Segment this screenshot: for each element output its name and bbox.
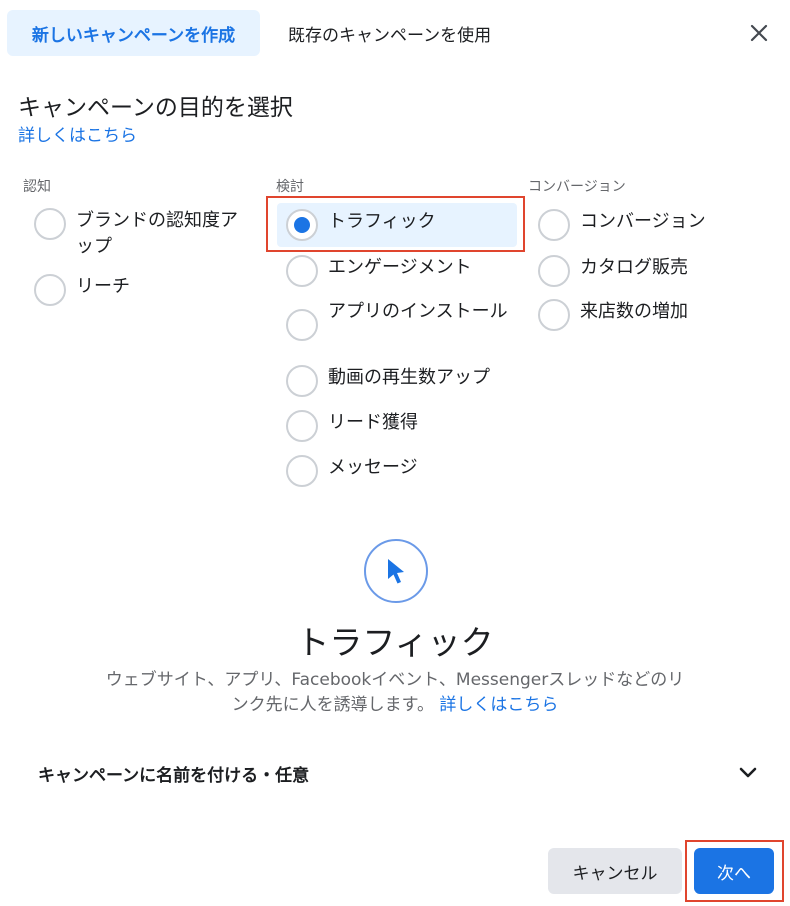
objective-option-store-traffic[interactable]: 来店数の増加	[538, 299, 763, 331]
option-label: トラフィック	[328, 211, 436, 232]
chevron-down-icon	[739, 767, 757, 778]
objective-option-reach[interactable]: リーチ	[34, 274, 249, 306]
objective-option-lead-generation[interactable]: リード獲得	[286, 410, 511, 442]
objective-option-messages[interactable]: メッセージ	[286, 455, 511, 487]
option-label: コンバージョン	[580, 211, 706, 232]
radio-button[interactable]	[286, 255, 318, 287]
column-header-consideration: 検討	[276, 179, 304, 195]
cancel-button-label: キャンセル	[572, 863, 658, 884]
objective-option-video-views[interactable]: 動画の再生数アップ	[286, 365, 511, 397]
objective-option-traffic[interactable]: トラフィック	[286, 209, 511, 241]
option-label: アプリのインストール	[328, 301, 508, 322]
objective-description: ウェブサイト、アプリ、Facebookイベント、Messengerスレッドなどの…	[100, 668, 690, 718]
radio-button[interactable]	[286, 455, 318, 487]
option-label: メッセージ	[328, 457, 418, 478]
column-header-conversion: コンバージョン	[528, 179, 626, 195]
radio-dot	[294, 217, 310, 233]
option-label: 動画の再生数アップ	[328, 367, 490, 388]
radio-button[interactable]	[34, 274, 66, 306]
option-label: 来店数の増加	[580, 301, 688, 322]
radio-button[interactable]	[286, 410, 318, 442]
objective-learn-more-link[interactable]: 詳しくはこちら	[439, 695, 558, 715]
objective-option-brand-awareness[interactable]: ブランドの認知度アップ	[34, 208, 249, 260]
radio-button[interactable]	[286, 309, 318, 341]
objective-option-catalog-sales[interactable]: カタログ販売	[538, 255, 763, 287]
objective-option-engagement[interactable]: エンゲージメント	[286, 255, 511, 287]
objective-option-conversions[interactable]: コンバージョン	[538, 209, 763, 241]
next-button-highlight-frame	[685, 840, 784, 902]
tab-use-existing-label: 既存のキャンペーンを使用	[288, 25, 492, 46]
page-title: キャンペーンの目的を選択	[18, 95, 293, 121]
radio-button[interactable]	[286, 365, 318, 397]
learn-more-link[interactable]: 詳しくはこちら	[18, 121, 137, 146]
radio-button[interactable]	[538, 255, 570, 287]
option-label: カタログ販売	[580, 257, 688, 278]
column-header-awareness: 認知	[23, 179, 51, 195]
option-label: ブランドの認知度アップ	[76, 210, 238, 257]
tab-create-new-campaign[interactable]: 新しいキャンペーンを作成	[7, 10, 260, 56]
radio-button-checked[interactable]	[286, 209, 318, 241]
option-label: リーチ	[76, 276, 130, 297]
radio-button[interactable]	[34, 208, 66, 240]
radio-button[interactable]	[538, 299, 570, 331]
radio-button[interactable]	[538, 209, 570, 241]
close-icon	[750, 24, 768, 42]
campaign-name-section[interactable]: キャンペーンに名前を付ける・任意	[38, 758, 758, 788]
objective-title: トラフィック	[296, 623, 494, 662]
tab-create-new-label: 新しいキャンペーンを作成	[31, 25, 236, 46]
close-button[interactable]	[744, 18, 774, 48]
option-label: エンゲージメント	[328, 257, 472, 278]
option-label: リード獲得	[328, 412, 418, 433]
objective-icon-circle	[364, 539, 428, 603]
cancel-button[interactable]: キャンセル	[548, 848, 682, 894]
campaign-name-label: キャンペーンに名前を付ける・任意	[38, 765, 310, 786]
objective-description-text: ウェブサイト、アプリ、Facebookイベント、Messengerスレッドなどの…	[105, 670, 685, 715]
tab-use-existing-campaign[interactable]: 既存のキャンペーンを使用	[288, 10, 491, 56]
objective-option-app-installs[interactable]: アプリのインストール	[286, 299, 511, 341]
cursor-icon	[388, 559, 404, 584]
